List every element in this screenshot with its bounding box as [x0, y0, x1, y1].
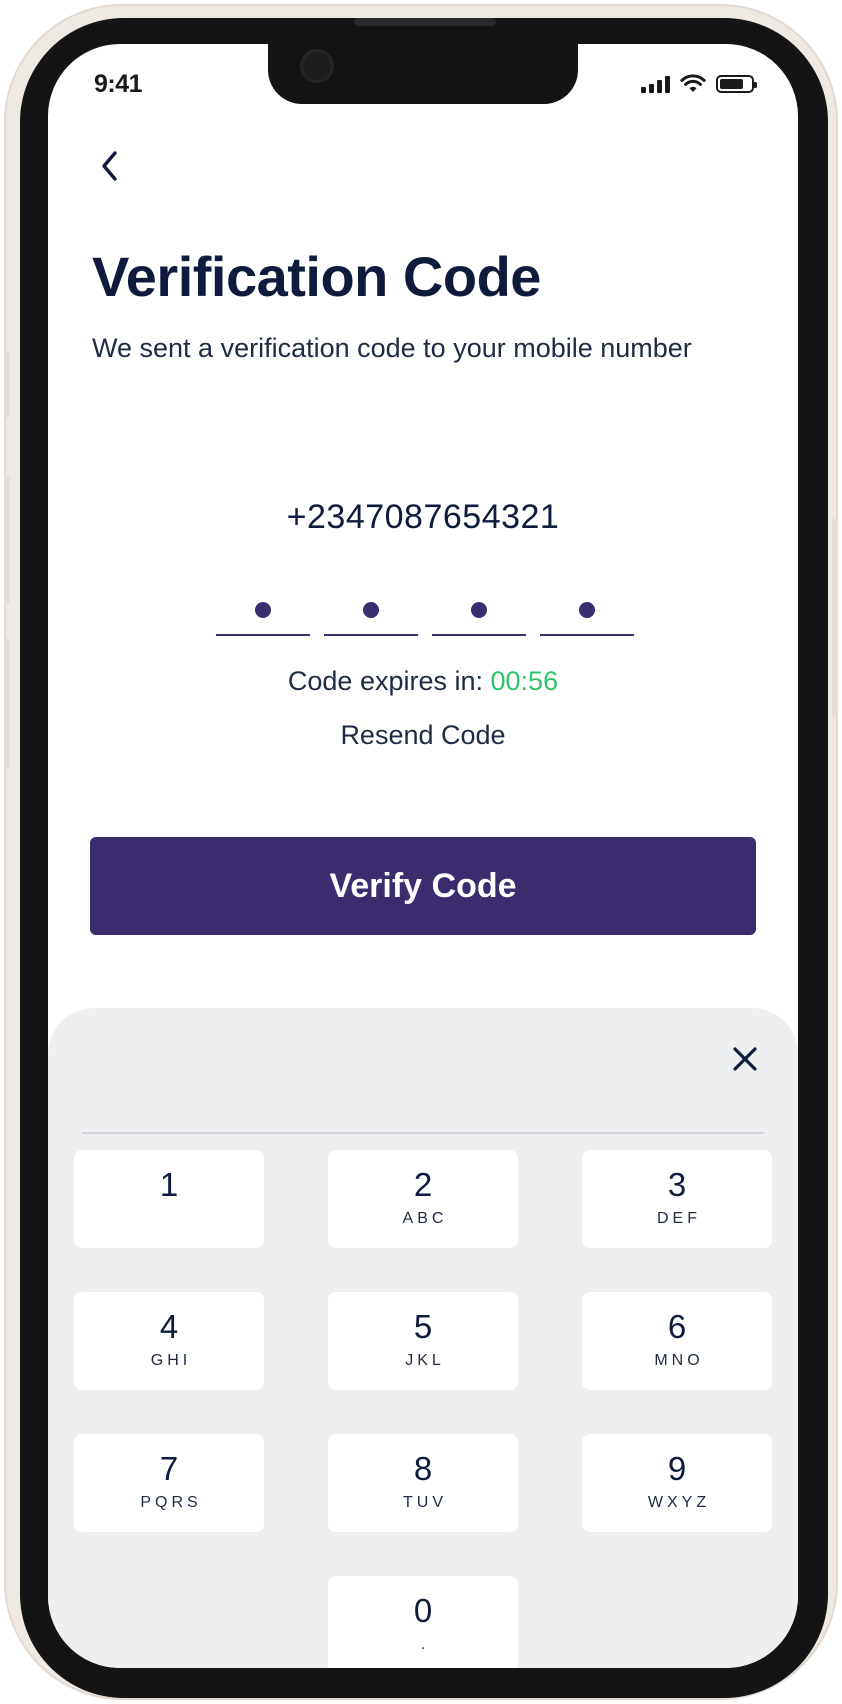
key-digit: 1: [159, 1166, 179, 1203]
expiry-countdown: 00:56: [490, 666, 559, 696]
page-subtitle: We sent a verification code to your mobi…: [92, 333, 692, 363]
filled-dot-icon: [363, 602, 379, 618]
key-letters: GHI: [150, 1352, 192, 1369]
key-3[interactable]: 3 DEF: [582, 1150, 772, 1248]
key-0[interactable]: 0 .: [328, 1576, 518, 1668]
key-letters: TUV: [403, 1494, 447, 1511]
notch: [268, 44, 578, 104]
code-input-group: [216, 594, 634, 636]
key-4[interactable]: 4 GHI: [74, 1292, 264, 1390]
key-1[interactable]: 1: [74, 1150, 264, 1248]
front-camera: [300, 49, 334, 83]
numeric-keypad: 1 2 ABC 3 DEF 4 GHI 5 JKL 6 MNO 7 PQRS 8…: [48, 1008, 798, 1668]
key-5[interactable]: 5 JKL: [328, 1292, 518, 1390]
key-9[interactable]: 9 WXYZ: [582, 1434, 772, 1532]
status-time: 9:41: [94, 70, 143, 98]
wifi-icon: [680, 74, 706, 92]
phone-frame: 9:41 Verification Code We sent a verific…: [4, 4, 838, 1700]
code-input-4[interactable]: [540, 594, 634, 636]
code-input-3[interactable]: [432, 594, 526, 636]
chevron-left-icon: [102, 151, 117, 181]
volume-up-button: [4, 474, 10, 604]
keypad-close-button[interactable]: [728, 1042, 762, 1076]
filled-dot-icon: [471, 602, 487, 618]
mute-switch: [4, 352, 10, 418]
key-letters: ABC: [402, 1210, 448, 1227]
expiry-label: Code expires in:: [287, 666, 483, 696]
code-input-2[interactable]: [324, 594, 418, 636]
phone-screen: 9:41 Verification Code We sent a verific…: [48, 44, 798, 1668]
key-letters: DEF: [657, 1210, 701, 1227]
battery-icon: [716, 75, 757, 93]
key-letters: MNO: [654, 1352, 704, 1369]
page-title: Verification Code: [92, 245, 541, 308]
verify-code-button[interactable]: Verify Code: [90, 837, 756, 935]
key-digit: 9: [667, 1450, 687, 1487]
keypad-divider: [82, 1132, 764, 1134]
key-digit: 0: [413, 1592, 433, 1629]
signal-icon: [641, 75, 670, 93]
resend-code-link[interactable]: Resend Code: [48, 720, 798, 751]
code-expiry: Code expires in: 00:56: [48, 666, 798, 697]
key-7[interactable]: 7 PQRS: [74, 1434, 264, 1532]
key-6[interactable]: 6 MNO: [582, 1292, 772, 1390]
key-letters: JKL: [405, 1352, 445, 1369]
power-button: [832, 518, 838, 718]
filled-dot-icon: [579, 602, 595, 618]
key-digit: 4: [159, 1308, 179, 1345]
back-button[interactable]: [92, 144, 128, 188]
key-letters: PQRS: [140, 1494, 202, 1511]
key-letters: .: [420, 1636, 430, 1653]
volume-down-button: [4, 638, 10, 768]
key-digit: 6: [667, 1308, 687, 1345]
key-8[interactable]: 8 TUV: [328, 1434, 518, 1532]
phone-number: +2347087654321: [286, 498, 560, 536]
speaker-grille: [354, 18, 496, 26]
code-input-1[interactable]: [216, 594, 310, 636]
key-digit: 7: [159, 1450, 179, 1487]
key-digit: 5: [413, 1308, 433, 1345]
status-icons: [641, 74, 757, 94]
key-2[interactable]: 2 ABC: [328, 1150, 518, 1248]
key-letters: WXYZ: [647, 1494, 711, 1511]
key-digit: 3: [667, 1166, 687, 1203]
key-digit: 2: [413, 1166, 433, 1203]
filled-dot-icon: [255, 602, 271, 618]
close-icon: [733, 1047, 757, 1071]
key-digit: 8: [413, 1450, 433, 1487]
